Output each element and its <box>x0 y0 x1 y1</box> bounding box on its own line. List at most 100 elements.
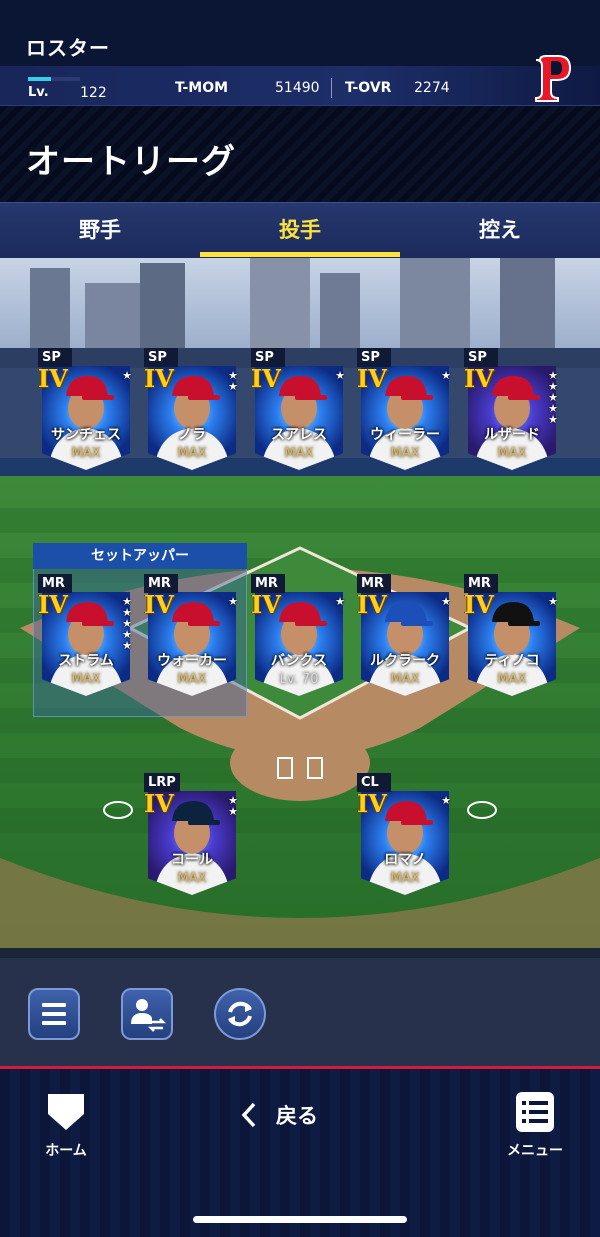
refresh-icon <box>228 1001 252 1027</box>
star-icon: ★ <box>228 595 238 608</box>
player-level: MAX <box>71 446 101 461</box>
level-progress-bar <box>28 77 80 81</box>
player-card[interactable]: MR IV ★ ウォーカー MAX <box>144 574 240 696</box>
player-level: MAX <box>177 672 207 687</box>
tab-pitchers[interactable]: 投手 <box>200 203 400 259</box>
player-card[interactable]: MR IV ★ ティノコ MAX <box>464 574 560 696</box>
home-label: ホーム <box>45 1143 87 1159</box>
player-level: MAX <box>177 871 207 886</box>
t-mom-label: T-MOM <box>175 80 229 96</box>
tab-fielders[interactable]: 野手 <box>0 203 200 259</box>
player-card[interactable]: CL IV ★ ロマノ MAX <box>357 773 453 895</box>
position-tabs: 野手 投手 控え <box>0 202 600 258</box>
star-icon: ★ <box>228 380 238 393</box>
star-rating: ★ <box>333 596 347 607</box>
home-indicator <box>193 1216 407 1223</box>
star-rating: ★ <box>439 596 453 607</box>
home-button[interactable]: ホーム <box>36 1090 96 1160</box>
player-level: Lv. 70 <box>279 672 319 687</box>
player-name: ストラム <box>58 653 114 669</box>
screen-title: ロスター <box>26 36 110 60</box>
grade-badge: IV <box>144 590 174 619</box>
player-name: ウォーカー <box>157 653 227 669</box>
player-level: MAX <box>497 446 527 461</box>
player-swap-button[interactable] <box>121 988 173 1040</box>
player-name: ノラ <box>178 427 206 443</box>
top-bar: ロスター <box>0 0 600 66</box>
phillies-logo-icon[interactable] <box>530 52 576 104</box>
grade-badge: IV <box>144 364 174 393</box>
team-status-bar: Lv. 122 T-MOM 51490 T-OVR 2274 <box>0 66 600 106</box>
player-card[interactable]: MR IV ★ バンクス Lv. 70 <box>251 574 347 696</box>
star-rating: ★ ★ ★ ★ ★ <box>120 596 134 651</box>
player-card[interactable]: SP IV ★ ★ ノラ MAX <box>144 348 240 470</box>
star-icon: ★ <box>441 595 451 608</box>
star-icon: ★ <box>335 595 345 608</box>
grade-badge: IV <box>357 364 387 393</box>
star-icon: ★ <box>228 805 238 818</box>
menu-icon <box>516 1092 554 1132</box>
tab-bench[interactable]: 控え <box>400 203 600 259</box>
back-button[interactable]: 戻る <box>230 1098 370 1132</box>
player-level: MAX <box>390 446 420 461</box>
list-button[interactable] <box>28 988 80 1040</box>
grade-badge: IV <box>464 590 494 619</box>
grade-badge: IV <box>144 789 174 818</box>
setup-group-label: セットアッパー <box>33 543 247 569</box>
star-icon: ★ <box>122 369 132 382</box>
list-icon <box>42 1003 66 1025</box>
team-level: Lv. 122 <box>22 74 107 102</box>
player-card[interactable]: MR IV ★ ★ ★ ★ ★ ストラム MAX <box>38 574 134 696</box>
back-label: 戻る <box>276 1104 318 1128</box>
star-icon: ★ <box>441 369 451 382</box>
grade-badge: IV <box>38 590 68 619</box>
star-rating: ★ <box>333 370 347 381</box>
level-label: Lv. <box>28 85 49 100</box>
player-level: MAX <box>390 871 420 886</box>
player-card[interactable]: SP IV ★ スアレス MAX <box>251 348 347 470</box>
star-rating: ★ <box>546 596 560 607</box>
player-name: ロマノ <box>384 852 426 868</box>
player-level: MAX <box>284 446 314 461</box>
grade-badge: IV <box>464 364 494 393</box>
player-card[interactable]: MR IV ★ ルクラーク MAX <box>357 574 453 696</box>
home-plate-icon <box>48 1094 84 1130</box>
star-rating: ★ <box>120 370 134 381</box>
grade-badge: IV <box>357 789 387 818</box>
active-tab-indicator <box>200 252 400 257</box>
player-name: スアレス <box>271 427 327 443</box>
star-icon: ★ <box>335 369 345 382</box>
player-name: サンチェス <box>51 427 121 443</box>
league-title: オートリーグ <box>26 142 236 182</box>
star-icon: ★ <box>548 595 558 608</box>
menu-button[interactable]: メニュー <box>500 1090 570 1160</box>
player-card[interactable]: LRP IV ★ ★ コール MAX <box>144 773 240 895</box>
player-level: MAX <box>390 672 420 687</box>
player-name: ルザード <box>484 427 540 443</box>
grade-badge: IV <box>251 364 281 393</box>
star-rating: ★ <box>439 370 453 381</box>
player-name: バンクス <box>270 653 328 669</box>
level-value: 122 <box>80 85 107 101</box>
player-name: ルクラーク <box>370 653 440 669</box>
stat-divider <box>331 78 332 98</box>
player-level: MAX <box>71 672 101 687</box>
star-rating: ★ <box>439 795 453 806</box>
star-rating: ★ ★ <box>226 370 240 392</box>
menu-label: メニュー <box>507 1143 563 1159</box>
t-ovr-value: 2274 <box>414 80 450 96</box>
grade-badge: IV <box>38 364 68 393</box>
player-name: ウィーラー <box>370 427 440 443</box>
player-swap-icon <box>131 999 167 1032</box>
player-card[interactable]: SP IV ★ サンチェス MAX <box>38 348 134 470</box>
refresh-button[interactable] <box>214 988 266 1040</box>
player-level: MAX <box>177 446 207 461</box>
player-card[interactable]: SP IV ★ ウィーラー MAX <box>357 348 453 470</box>
t-mom-value: 51490 <box>275 80 320 96</box>
star-rating: ★ ★ <box>226 795 240 817</box>
star-rating: ★ <box>226 596 240 607</box>
player-card[interactable]: SP IV ★ ★ ★ ★ ★ ルザード MAX <box>464 348 560 470</box>
star-icon: ★ <box>441 794 451 807</box>
player-name: ティノコ <box>484 653 540 669</box>
chevron-left-icon <box>241 1102 256 1128</box>
